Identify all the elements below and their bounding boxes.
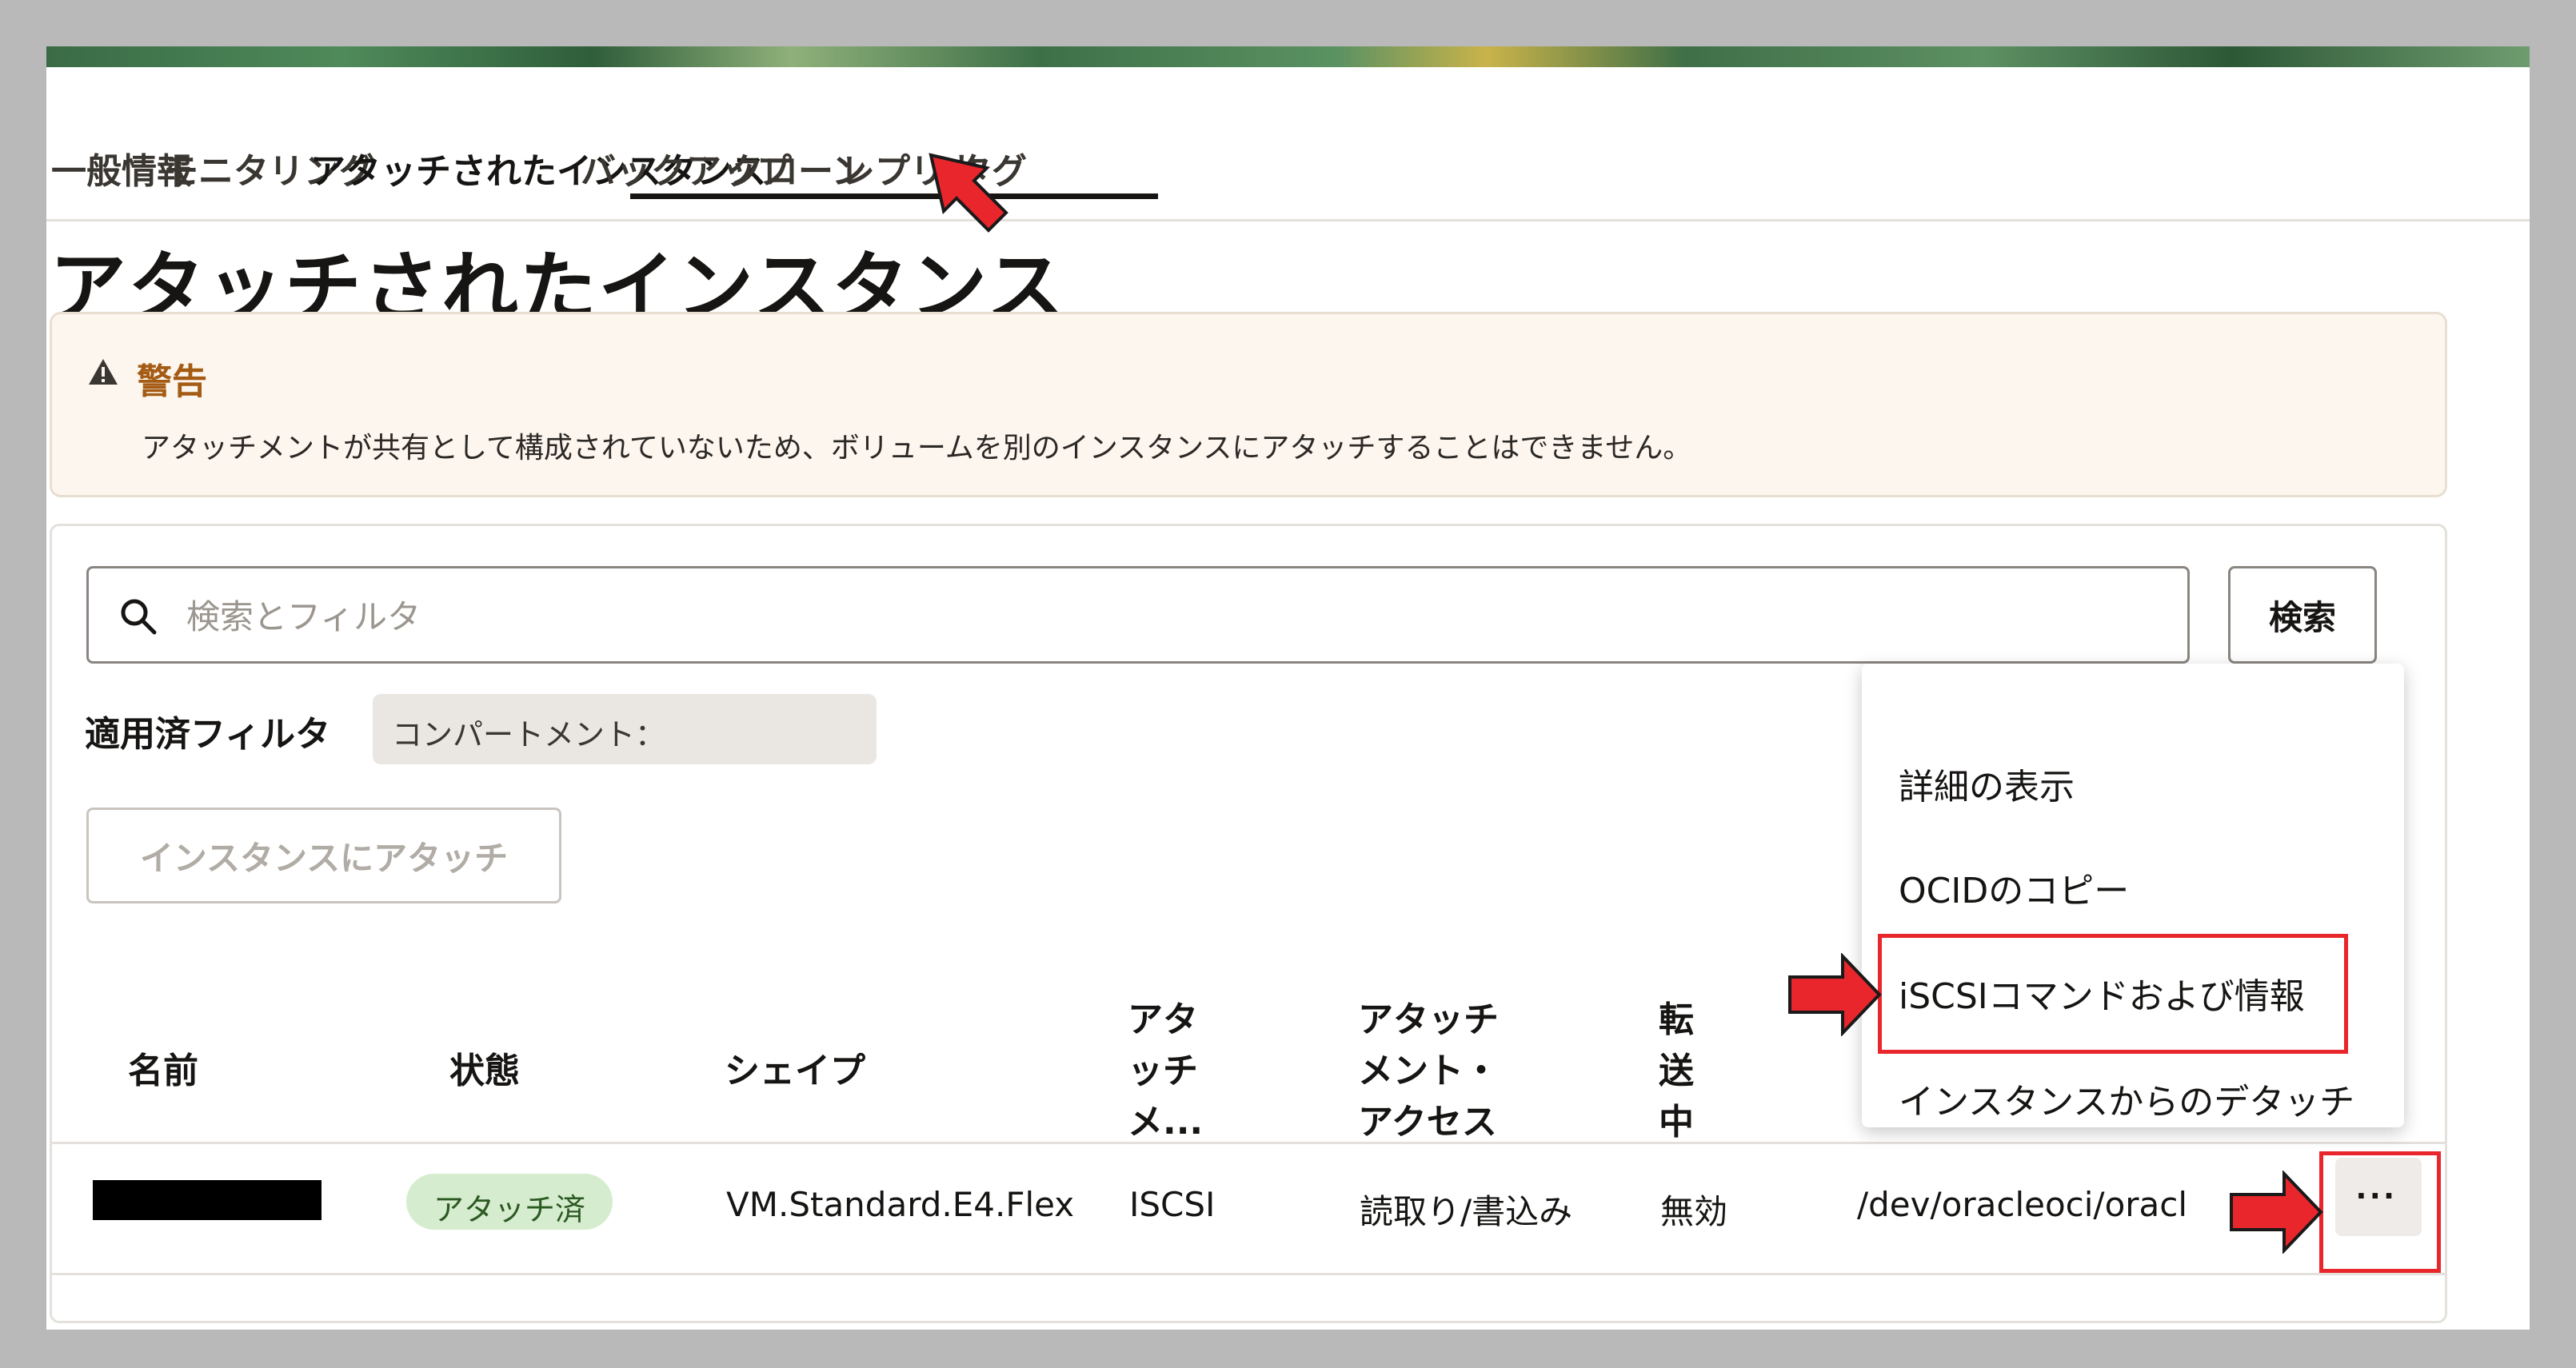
highlight-iscsi-item <box>1878 934 2348 1054</box>
cell-attach-type: ISCSI <box>1129 1185 1216 1224</box>
column-header-in-transit[interactable]: 転 送 中 <box>1659 995 1694 1148</box>
search-field[interactable] <box>86 566 2190 664</box>
column-header-access-line: メント・ <box>1358 1051 1499 1091</box>
red-arrow-icon <box>929 153 1008 233</box>
menu-item-detach[interactable]: インスタンスからのデタッチ <box>1899 1073 2354 1124</box>
tab-bar: 一般情報 モニタリング アタッチされたインスタンス バックアップ クローン レプ… <box>46 67 2530 221</box>
filter-chip-compartment[interactable]: コンパートメント： <box>373 694 877 764</box>
column-header-in-transit-line: 転 <box>1659 999 1694 1040</box>
column-header-access-line: アクセス <box>1358 1102 1497 1143</box>
column-header-shape[interactable]: シェイプ <box>725 1046 865 1097</box>
column-header-in-transit-line: 中 <box>1659 1102 1694 1143</box>
search-icon <box>121 599 157 635</box>
attach-to-instance-button[interactable]: インスタンスにアタッチ <box>86 808 561 903</box>
column-header-attach-type-line: ッチ <box>1128 1051 1198 1091</box>
column-header-name[interactable]: 名前 <box>128 1046 198 1097</box>
warning-icon <box>89 359 118 385</box>
redacted-instance-name[interactable] <box>93 1180 322 1220</box>
column-header-access-line: アタッチ <box>1358 999 1499 1040</box>
filter-chip-label: コンパートメント： <box>392 717 666 752</box>
column-header-access[interactable]: アタッチ メント・ アクセス <box>1358 995 1499 1148</box>
applied-filters-label: 適用済フィルタ <box>85 714 331 755</box>
search-button[interactable]: 検索 <box>2228 566 2377 664</box>
cell-access: 読取り/書込み <box>1360 1192 1573 1231</box>
warning-title: 警告 <box>137 361 207 402</box>
search-input[interactable] <box>185 588 2107 645</box>
red-arrow-icon <box>2230 1171 2323 1254</box>
column-header-state[interactable]: 状態 <box>449 1046 520 1097</box>
warning-banner: 警告 アタッチメントが共有として構成されていないため、ボリュームを別のインスタン… <box>50 312 2447 497</box>
column-header-attach-type[interactable]: アタ ッチ メ... <box>1128 995 1203 1148</box>
table-row-divider <box>50 1273 2447 1275</box>
cell-in-transit: 無効 <box>1660 1192 1728 1231</box>
cell-shape: VM.Standard.E4.Flex <box>726 1185 1075 1224</box>
active-tab-indicator <box>630 193 1158 199</box>
menu-item-view-details[interactable]: 詳細の表示 <box>1899 758 2075 809</box>
status-badge: アタッチ済 <box>406 1174 613 1230</box>
table-row-divider <box>50 1142 2447 1144</box>
row-actions-menu: 詳細の表示 OCIDのコピー iSCSIコマンドおよび情報 インスタンスからのデ… <box>1862 664 2404 1127</box>
menu-item-copy-ocid[interactable]: OCIDのコピー <box>1899 862 2129 913</box>
column-header-in-transit-line: 送 <box>1659 1051 1694 1091</box>
column-header-attach-type-line: アタ <box>1128 999 1198 1040</box>
status-text: アタッチ済 <box>433 1192 586 1227</box>
cell-device-path: /dev/oracleoci/oracl <box>1857 1185 2188 1224</box>
header-banner <box>46 46 2530 67</box>
highlight-actions-button <box>2319 1151 2441 1273</box>
column-header-attach-type-line: メ... <box>1128 1102 1204 1143</box>
red-arrow-icon <box>1788 953 1882 1036</box>
warning-text: アタッチメントが共有として構成されていないため、ボリュームを別のインスタンスにア… <box>142 432 1692 465</box>
